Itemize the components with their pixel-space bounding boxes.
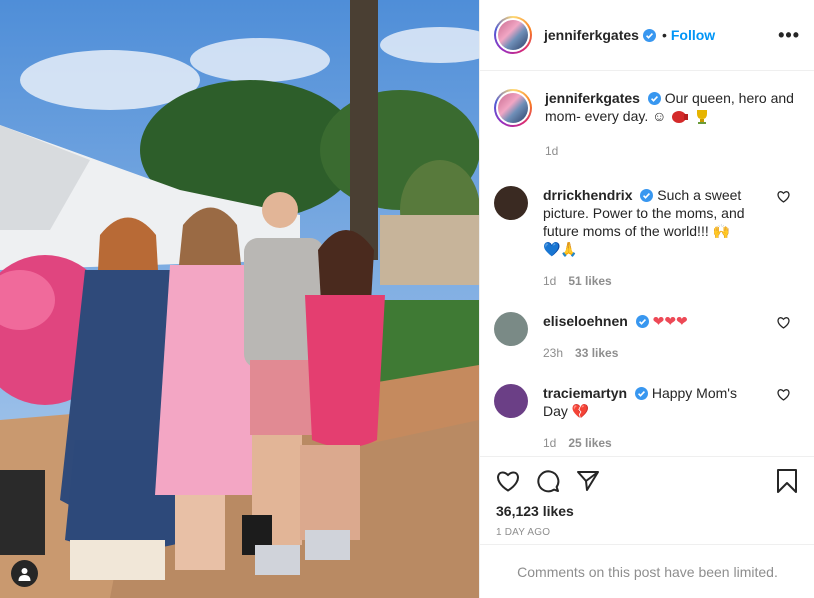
comment-item: traciemartyn Happy Mom's Day 💔 1d 25 like… [494, 384, 798, 452]
comment-username[interactable]: eliseloehnen [543, 313, 628, 329]
verified-badge-icon [640, 189, 654, 202]
comment-likes[interactable]: 25 likes [568, 436, 611, 450]
author-username[interactable]: jenniferkgates [544, 27, 639, 43]
more-options-button[interactable]: ••• [778, 26, 800, 44]
heart-icon[interactable] [777, 190, 790, 203]
caption: jenniferkgates Our queen, hero and mom- … [494, 89, 798, 160]
bookmark-icon[interactable] [776, 469, 798, 493]
verified-badge-icon [642, 28, 656, 42]
user-tag-icon[interactable] [11, 560, 38, 587]
boxing-glove-emoji [671, 110, 689, 128]
caption-meta: 1d [545, 142, 798, 160]
commenter-avatar[interactable] [494, 186, 528, 220]
comments-limited-notice: Comments on this post have been limited. [480, 544, 814, 598]
comment-username[interactable]: traciemartyn [543, 385, 627, 401]
comment-likes[interactable]: 33 likes [575, 346, 618, 360]
verified-badge-icon [647, 92, 661, 105]
family-photo-illustration [0, 0, 479, 598]
comment-meta: 1d 51 likes [543, 272, 758, 290]
post-side-panel: jenniferkgates • Follow ••• jenniferkgat… [479, 0, 814, 598]
heart-icon[interactable] [496, 470, 520, 492]
comment-emojis: 💙🙏 [543, 241, 578, 257]
caption-time: 1d [545, 144, 559, 158]
comment-emojis: 💔 [571, 403, 590, 419]
comment-time: 1d [543, 274, 557, 288]
comment-time: 23h [543, 346, 564, 360]
comment-username[interactable]: drrickhendrix [543, 187, 632, 203]
comments-list: jenniferkgates Our queen, hero and mom- … [480, 71, 814, 456]
likes-count[interactable]: 36,123 likes [496, 503, 798, 519]
follow-button[interactable]: Follow [671, 27, 715, 43]
separator-dot: • [661, 27, 667, 43]
heart-icon[interactable] [777, 316, 790, 329]
comment-bubble-icon[interactable] [536, 469, 560, 493]
comment-emojis: ❤❤❤ [652, 313, 688, 329]
post-actions: 36,123 likes 1 DAY AGO [480, 456, 814, 544]
comment-meta: 1d 25 likes [543, 434, 758, 452]
post-timestamp: 1 DAY AGO [496, 527, 551, 538]
heart-icon[interactable] [777, 388, 790, 401]
caption-username[interactable]: jenniferkgates [545, 90, 640, 106]
comment-meta: 23h 33 likes [543, 344, 758, 362]
post-header: jenniferkgates • Follow ••• [480, 0, 814, 71]
author-avatar[interactable] [494, 16, 532, 54]
trophy-emoji [694, 108, 710, 128]
comment-likes[interactable]: 51 likes [568, 274, 611, 288]
comment-item: eliseloehnen ❤❤❤ 23h 33 likes [494, 312, 798, 362]
commenter-avatar[interactable] [494, 384, 528, 418]
comment-time: 1d [543, 436, 557, 450]
paper-plane-icon[interactable] [576, 469, 600, 493]
comment-item: drrickhendrix Such a sweet picture. Powe… [494, 186, 798, 290]
post-photo[interactable] [0, 0, 479, 598]
commenter-avatar[interactable] [494, 312, 528, 346]
verified-badge-icon [635, 315, 649, 328]
caption-avatar[interactable] [494, 89, 532, 127]
verified-badge-icon [634, 387, 648, 400]
action-icons [496, 469, 798, 493]
